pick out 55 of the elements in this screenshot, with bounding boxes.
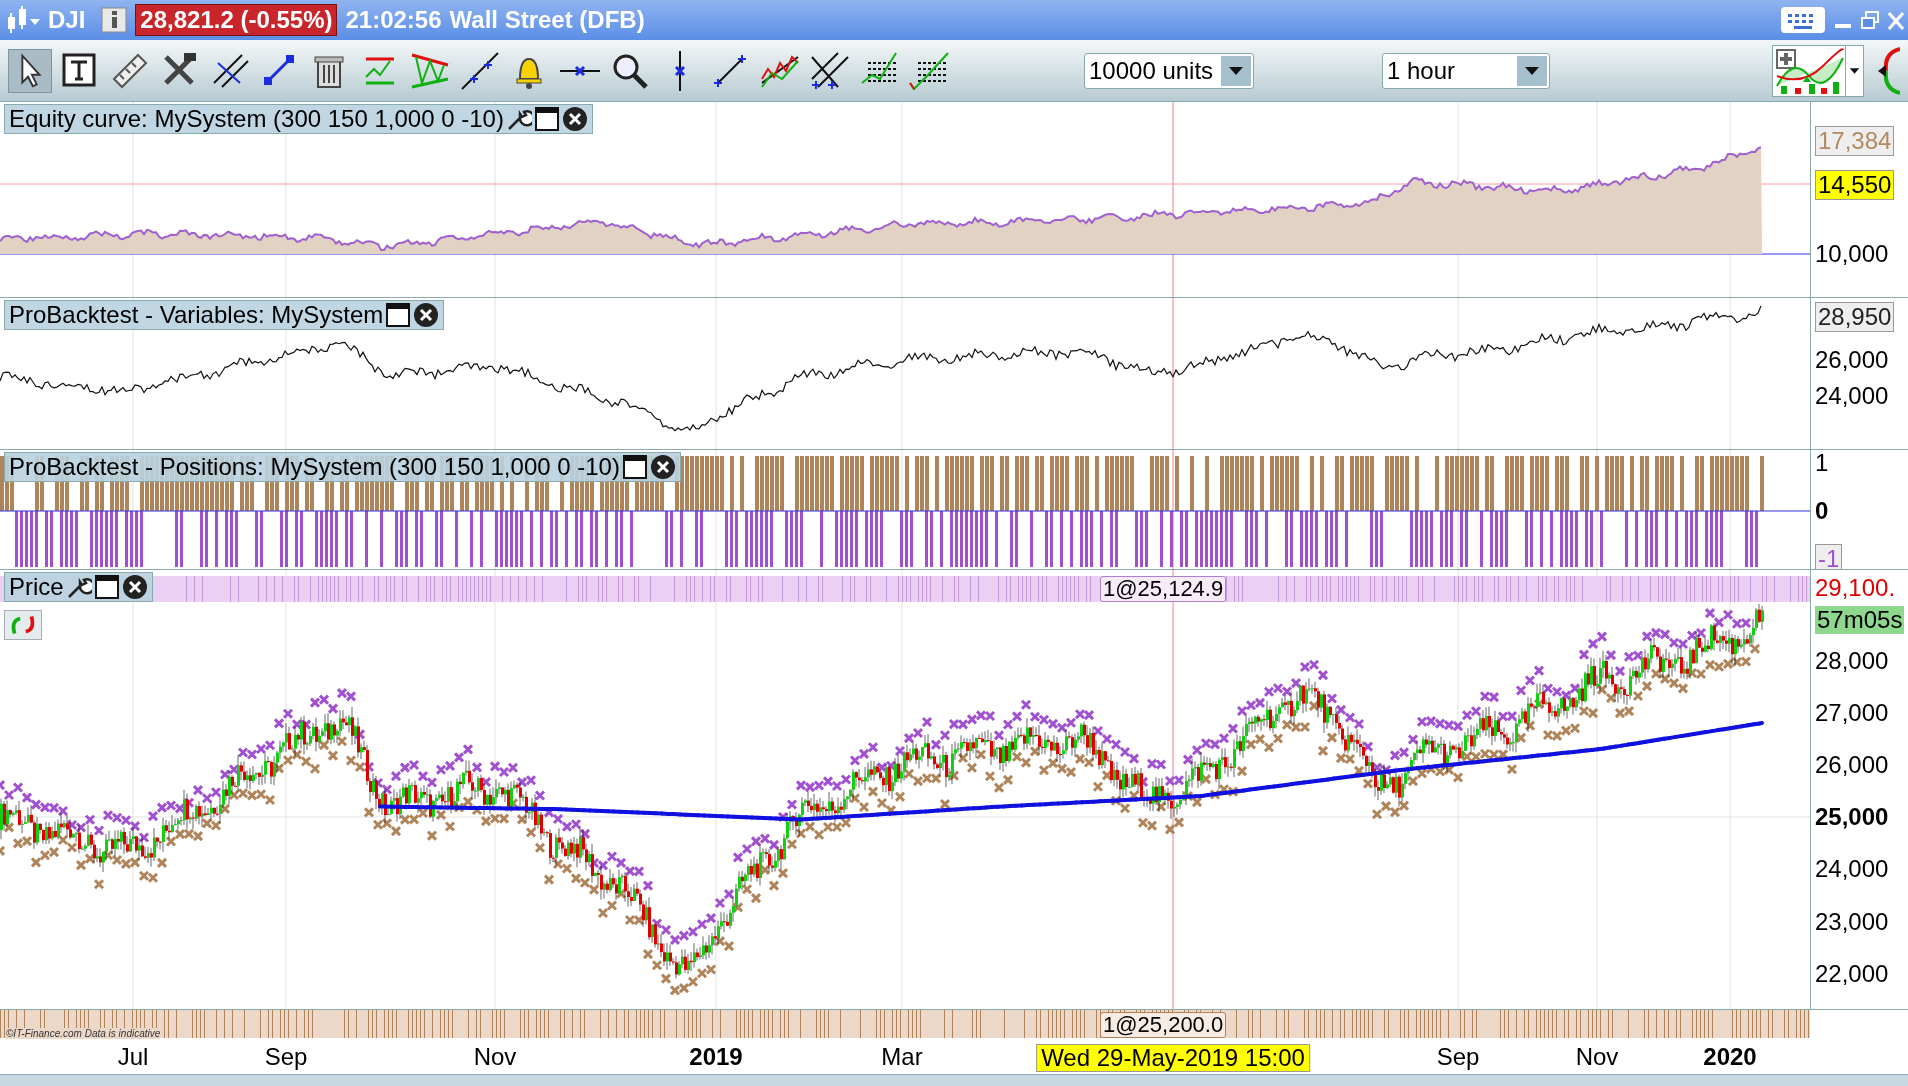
axis-label: -1 bbox=[1815, 544, 1843, 569]
close-icon[interactable] bbox=[121, 574, 148, 600]
panel-title: ProBacktest - Positions: MySystem (300 150 1,000 0 -10) bbox=[9, 452, 620, 482]
axis-label: 27,000 bbox=[1815, 699, 1889, 727]
quantity-dropdown[interactable]: 10000 units bbox=[1084, 52, 1254, 89]
window-icon[interactable] bbox=[533, 106, 560, 132]
indicator-chart-icon[interactable] bbox=[1773, 45, 1845, 96]
timeframe-dropdown[interactable]: 1 hour bbox=[1382, 52, 1550, 89]
date-label: Jul bbox=[117, 1044, 149, 1070]
date-label: Sep bbox=[264, 1044, 308, 1070]
sync-icon[interactable] bbox=[1876, 44, 1900, 97]
indicator-button[interactable] bbox=[1772, 44, 1864, 97]
axis-label: 26,000 bbox=[1815, 346, 1889, 374]
window-icon[interactable] bbox=[621, 454, 648, 480]
date-label: 2020 bbox=[1703, 1044, 1757, 1070]
pointer-icon[interactable] bbox=[8, 48, 52, 93]
axis-label: 14,550 bbox=[1815, 170, 1895, 200]
restore-icon[interactable] bbox=[1860, 10, 1880, 30]
axis-label: 17,384 bbox=[1815, 126, 1895, 156]
date-label: Wed 29-May-2019 15:00 bbox=[1036, 1044, 1310, 1072]
price-change-badge: 28,821.2 (-0.55%) bbox=[135, 4, 338, 36]
axis-label: 28,950 bbox=[1815, 302, 1895, 332]
axis-label: 29,100. bbox=[1815, 574, 1896, 602]
close-icon[interactable] bbox=[561, 106, 588, 132]
keyboard-icon[interactable] bbox=[1780, 5, 1826, 35]
close-icon[interactable] bbox=[649, 454, 676, 480]
axis-label: 57m05s bbox=[1815, 606, 1905, 634]
order-tag: 1@25,200.0 bbox=[1100, 1012, 1227, 1038]
panel-title: Equity curve: MySystem (300 150 1,000 0 -10) bbox=[9, 104, 504, 134]
date-label: Nov bbox=[473, 1044, 517, 1070]
refresh-icon[interactable] bbox=[4, 610, 42, 640]
axis-label: 24,000 bbox=[1815, 855, 1889, 883]
axis-label: 23,000 bbox=[1815, 908, 1889, 936]
info-icon[interactable] bbox=[101, 7, 128, 33]
window-icon[interactable] bbox=[385, 302, 412, 328]
axis-label: 28,000 bbox=[1815, 647, 1889, 675]
order-tag: 1@25,124.9 bbox=[1100, 576, 1227, 602]
panel-title: ProBacktest - Variables: MySystem bbox=[9, 300, 384, 330]
data-credit: ©IT-Finance.com Data is indicative bbox=[6, 1028, 161, 1039]
axis-label: 1 bbox=[1815, 450, 1829, 477]
date-label: Mar bbox=[881, 1044, 923, 1070]
date-label: Nov bbox=[1575, 1044, 1619, 1070]
axis-label: 0 bbox=[1815, 497, 1829, 525]
axis-label: 10,000 bbox=[1815, 240, 1889, 268]
panel-title: Price bbox=[9, 572, 64, 602]
axis-label: 25,000 bbox=[1815, 803, 1889, 831]
axis-label: 22,000 bbox=[1815, 960, 1889, 988]
instrument-name: Wall Street (DFB) bbox=[449, 5, 645, 35]
date-label: 2019 bbox=[689, 1044, 743, 1070]
axis-label: 24,000 bbox=[1815, 382, 1889, 410]
date-label: Sep bbox=[1436, 1044, 1480, 1070]
axis-label: 26,000 bbox=[1815, 751, 1889, 779]
clock-time: 21:02:56 bbox=[345, 5, 442, 35]
window-icon[interactable] bbox=[93, 574, 120, 600]
close-icon[interactable] bbox=[413, 302, 440, 328]
